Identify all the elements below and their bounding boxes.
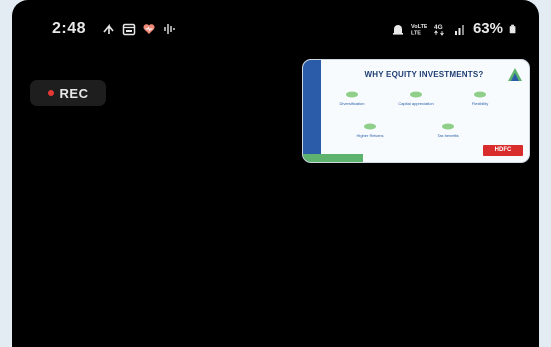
slide-item-diversification: Diversification bbox=[325, 90, 379, 106]
volte-icon: VoLTE LTE bbox=[411, 24, 427, 36]
svg-text:VoLTE: VoLTE bbox=[411, 24, 427, 30]
recording-indicator[interactable]: REC bbox=[30, 80, 106, 106]
slide-item-higher-returns: Higher Returns bbox=[343, 122, 397, 138]
slide-sidebar-stripe bbox=[303, 60, 321, 162]
status-bar: 2:48 VoLTE LTE 4G 63% bbox=[12, 0, 539, 62]
status-left-icons bbox=[102, 22, 176, 36]
slide-item-capital-appreciation: Capital appreciation bbox=[389, 90, 443, 106]
recording-dot-icon bbox=[47, 90, 54, 96]
brand-logo-icon bbox=[508, 68, 522, 81]
picture-in-picture-window[interactable]: WHY EQUITY INVESTMENTS? Diversification … bbox=[302, 59, 530, 163]
slide-accent-stripe bbox=[303, 154, 363, 162]
alarm-icon bbox=[392, 24, 403, 35]
voice-icon bbox=[164, 24, 175, 34]
recording-label: REC bbox=[59, 85, 89, 101]
battery-percent: 63% bbox=[472, 20, 503, 37]
signal-icon bbox=[454, 24, 464, 35]
status-right: VoLTE LTE 4G 63% bbox=[391, 20, 519, 37]
brand-badge: HDFC bbox=[483, 145, 523, 156]
leaf-icon bbox=[474, 91, 486, 98]
slide-item-tax-benefits: Tax benefits bbox=[421, 122, 475, 138]
leaf-icon bbox=[364, 123, 376, 130]
slide-title: WHY EQUITY INVESTMENTS? bbox=[364, 70, 484, 79]
data-4g-icon: 4G bbox=[434, 24, 444, 36]
transfer-icon bbox=[103, 23, 114, 34]
svg-text:LTE: LTE bbox=[411, 30, 421, 36]
leaf-icon bbox=[442, 123, 454, 130]
battery-icon bbox=[509, 24, 516, 33]
calendar-icon bbox=[122, 23, 136, 36]
svg-text:4G: 4G bbox=[434, 24, 443, 31]
leaf-icon bbox=[346, 91, 358, 98]
status-time: 2:48 bbox=[52, 20, 87, 37]
leaf-icon bbox=[410, 91, 422, 98]
heart-icon bbox=[143, 24, 155, 34]
slide-item-flexibility: Flexibility bbox=[453, 90, 507, 106]
phone-screen: 2:48 VoLTE LTE 4G 63% REC WHY EQUITY INV… bbox=[12, 0, 539, 347]
